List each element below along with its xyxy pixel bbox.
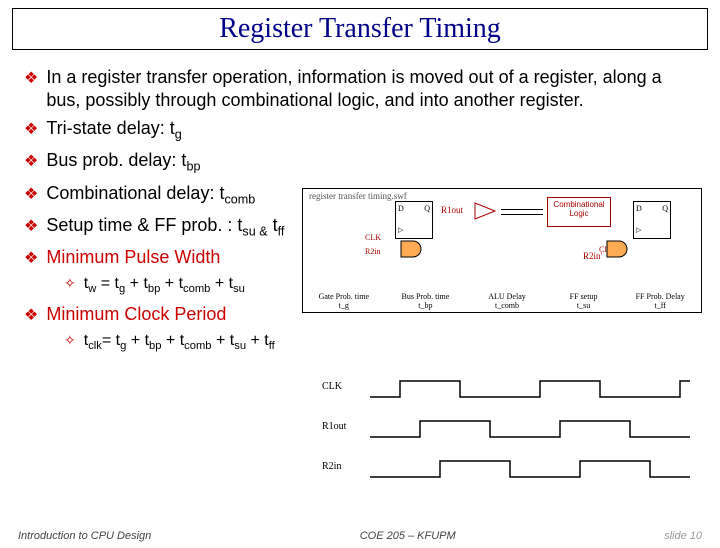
bullet-text: Combinational delay: tcomb [46, 182, 255, 208]
col-name: ALU Delay [477, 292, 537, 301]
clk-waveform-icon [370, 377, 690, 401]
diamond-open-icon: ✧ [64, 275, 76, 292]
col-var: t_g [314, 301, 374, 310]
title-container: Register Transfer Timing [12, 8, 708, 50]
clock-tri-icon: ▷ [398, 226, 403, 234]
page-title: Register Transfer Timing [13, 13, 707, 45]
col-var: t_ff [630, 301, 690, 310]
bullet-text: Setup time & FF prob. : tsu & tff [46, 214, 284, 240]
timing-col: FF setup t_su [559, 292, 609, 310]
r1out-label: R1out [441, 205, 463, 215]
circuit-diagram: register transfer timing.swf D Q ▷ R1out… [302, 188, 702, 313]
sub-text: tw = tg + tbp + tcomb + tsu [84, 275, 245, 295]
wave-label-r2in: R2in [322, 461, 341, 472]
sub-text: tclk= tg + tbp + tcomb + tsu + tff [84, 332, 275, 352]
bullet-intro: ❖ In a register transfer operation, info… [24, 66, 696, 111]
swf-placeholder: register transfer timing.swf [309, 191, 407, 201]
footer-right: slide 10 [664, 530, 702, 542]
bullet-text: Minimum Clock Period [46, 303, 226, 326]
flipflop-r1: D Q ▷ [395, 201, 433, 239]
r2in-label: R2in [365, 247, 381, 256]
diamond-open-icon: ✧ [64, 332, 76, 349]
timing-col: Gate Prob. time t_g [314, 292, 374, 310]
bullet-tristate: ❖ Tri-state delay: tg [24, 117, 696, 143]
and-gate-icon [605, 239, 635, 259]
col-var: t_comb [477, 301, 537, 310]
col-name: Gate Prob. time [314, 292, 374, 301]
wave-label-clk: CLK [322, 381, 342, 392]
diamond-icon: ❖ [24, 119, 38, 139]
bullet-text: In a register transfer operation, inform… [46, 66, 696, 111]
diamond-icon: ❖ [24, 184, 38, 204]
timing-labels-row: Gate Prob. time t_g Bus Prob. time t_bp … [303, 292, 701, 310]
r2in-waveform-icon [370, 457, 690, 481]
diamond-icon: ❖ [24, 248, 38, 268]
bus-line [501, 209, 543, 215]
timing-col: Bus Prob. time t_bp [395, 292, 455, 310]
col-var: t_su [559, 301, 609, 310]
sub-min-clock: ✧ tclk= tg + tbp + tcomb + tsu + tff [64, 332, 696, 352]
diamond-icon: ❖ [24, 305, 38, 325]
footer-center: COE 205 – KFUPM [360, 530, 456, 542]
timing-col: ALU Delay t_comb [477, 292, 537, 310]
bullet-bus: ❖ Bus prob. delay: tbp [24, 149, 696, 175]
footer: Introduction to CPU Design COE 205 – KFU… [0, 530, 720, 542]
timing-col: FF Prob. Delay t_ff [630, 292, 690, 310]
col-var: t_bp [395, 301, 455, 310]
d-label: D [636, 204, 642, 213]
footer-left: Introduction to CPU Design [18, 530, 151, 542]
clock-tri-icon: ▷ [636, 226, 641, 234]
and-gate-icon [399, 239, 429, 259]
q-label: Q [424, 204, 430, 213]
diamond-icon: ❖ [24, 68, 38, 88]
r2in-prime-label: R2in' [583, 251, 602, 261]
waveform-diagram: CLK R1out R2in [322, 373, 702, 488]
bullet-text: Bus prob. delay: tbp [46, 149, 200, 175]
col-name: Bus Prob. time [395, 292, 455, 301]
diamond-icon: ❖ [24, 151, 38, 171]
col-name: FF Prob. Delay [630, 292, 690, 301]
comb-logic-box: Combinational Logic [547, 197, 611, 227]
col-name: FF setup [559, 292, 609, 301]
bullet-text: Minimum Pulse Width [46, 246, 220, 269]
diamond-icon: ❖ [24, 216, 38, 236]
clk-label: CLK [365, 233, 381, 242]
d-label: D [398, 204, 404, 213]
q-label: Q [662, 204, 668, 213]
wave-label-r1out: R1out [322, 421, 346, 432]
bullet-text: Tri-state delay: tg [46, 117, 181, 143]
flipflop-r2: D Q ▷ [633, 201, 671, 239]
tristate-icon [473, 201, 501, 221]
r1out-waveform-icon [370, 417, 690, 441]
